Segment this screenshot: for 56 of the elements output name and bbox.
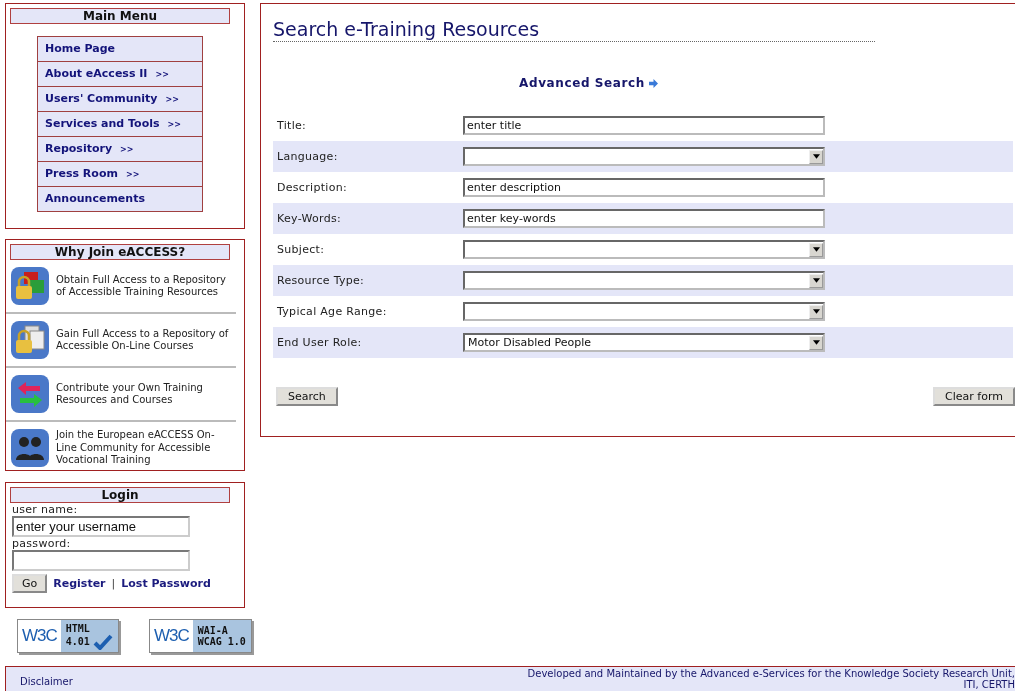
field-label: Typical Age Range: [277,305,388,318]
join-benefit-text: Obtain Full Access to a Repository of Accessible Training Resources [56,273,227,299]
menu-item[interactable]: Users' Community >> [37,86,203,112]
password-label: password: [12,537,72,550]
menu-item[interactable]: Repository >> [37,136,203,162]
lock-blocks-icon [10,266,50,306]
text-field[interactable]: enter key-words [463,209,825,228]
login-title: Login [10,487,230,503]
join-benefit-text: Contribute your Own Training Resources and Courses [56,381,204,407]
dropdown-caret-icon[interactable] [809,149,823,164]
page-title: Search e-Training Resources [273,17,541,41]
credit-text: Developed and Maintained by the Advanced e-Services for the Knowledge Society Research Unit, [527,668,1015,679]
checkmark-icon [92,633,113,650]
advanced-search-link[interactable]: Advanced Search [519,76,659,90]
field-label: End User Role: [277,336,363,349]
people-icon [10,428,50,468]
dropdown-field[interactable] [463,240,825,259]
password-field[interactable] [12,550,190,571]
clear-form-button[interactable]: Clear form [933,387,1015,406]
dropdown-field[interactable] [463,147,825,166]
dropdown-field[interactable] [463,271,825,290]
menu-item[interactable]: Services and Tools >> [37,111,203,137]
lost-password-link[interactable]: Lost Password [121,577,211,590]
lock-documents-icon [10,320,50,360]
username-field[interactable]: enter your username [12,516,190,537]
why-join-title: Why Join eACCESS? [10,244,230,260]
dropdown-caret-icon[interactable] [809,335,823,350]
arrows-icon [10,374,50,414]
menu-item[interactable]: About eAccess II >> [37,61,203,87]
separator-text: | [111,577,116,590]
field-label: Subject: [277,243,326,256]
disclaimer-link[interactable]: Disclaimer [20,676,73,687]
dropdown-field[interactable] [463,302,825,321]
search-button[interactable]: Search [276,387,338,406]
dropdown-caret-icon[interactable] [809,242,823,257]
menu-item[interactable]: Home Page [37,36,203,62]
join-benefit-text: Join the European eACCESS On-Line Community for Accessible Vocational Training [56,429,216,467]
credit-text: ITI, CERTH [963,679,1015,690]
field-label: Language: [277,150,339,163]
text-field[interactable]: enter description [463,178,825,197]
go-button[interactable]: Go [12,574,48,593]
field-label: Description: [277,181,348,194]
field-label: Resource Type: [277,274,366,287]
register-link[interactable]: Register [53,577,106,590]
main-menu-title: Main Menu [10,8,230,24]
dropdown-field[interactable]: Motor Disabled People [463,333,825,352]
join-benefit-text: Gain Full Access to a Repository of Accessible On-Line Courses [56,327,230,353]
dropdown-caret-icon[interactable] [809,304,823,319]
username-label: user name: [12,503,79,516]
text-field[interactable]: enter title [463,116,825,135]
field-label: Key-Words: [277,212,342,225]
dropdown-caret-icon[interactable] [809,273,823,288]
menu-item[interactable]: Announcements [37,186,203,212]
menu-item[interactable]: Press Room >> [37,161,203,187]
arrow-right-icon [647,78,659,88]
field-label: Title: [277,119,308,132]
